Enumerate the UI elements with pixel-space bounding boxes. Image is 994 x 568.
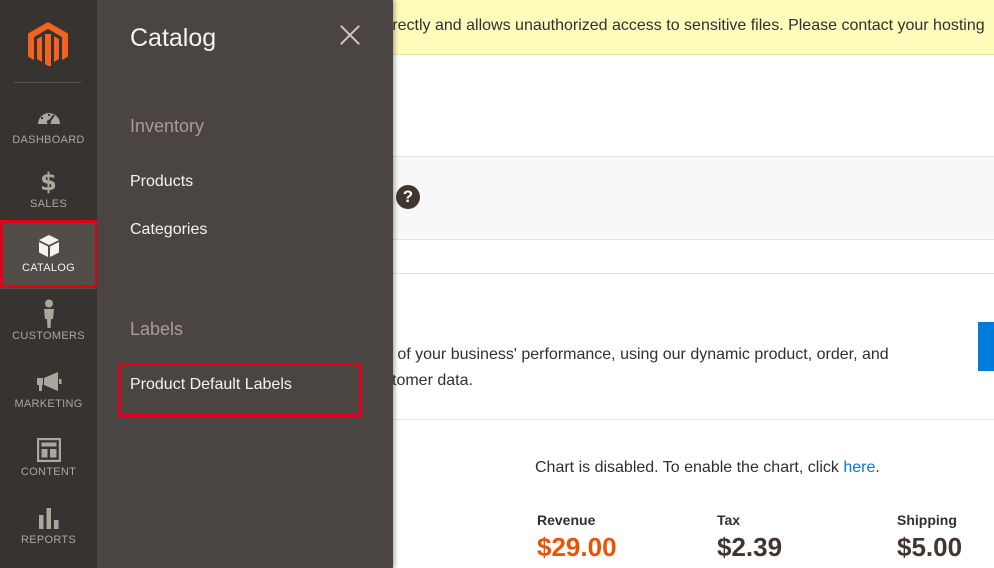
nav-item-content[interactable]: CONTENT	[0, 427, 97, 493]
bar-chart-icon	[0, 505, 97, 531]
divider	[393, 273, 994, 274]
layout-icon	[0, 437, 97, 463]
close-icon[interactable]	[337, 22, 363, 48]
stat-revenue: Revenue $29.00	[537, 512, 617, 563]
catalog-highlight-frame	[0, 220, 98, 288]
stat-value: $2.39	[717, 532, 783, 562]
primary-action-button[interactable]	[978, 322, 994, 371]
nav-item-dashboard[interactable]: DASHBOARD	[0, 95, 97, 161]
stat-shipping: Shipping $5.00	[897, 512, 962, 563]
stat-label: Shipping	[897, 512, 957, 528]
flyout-group-inventory: Inventory	[130, 116, 205, 136]
chart-disabled-message: Chart is disabled. To enable the chart, …	[535, 459, 880, 477]
person-icon	[0, 299, 97, 328]
stat-value: $29.00	[537, 532, 617, 562]
dashboard-intro-text: d of your business' performance, using o…	[384, 342, 944, 394]
nav-item-marketing[interactable]: MARKETING	[0, 359, 97, 425]
dollar-icon: $	[40, 168, 57, 196]
dashboard-icon	[0, 105, 97, 131]
nav-label: CONTENT	[20, 466, 77, 478]
magento-logo-icon[interactable]	[28, 22, 68, 66]
nav-label: REPORTS	[20, 534, 77, 546]
nav-label: MARKETING	[14, 398, 83, 410]
security-notice-text: rrectly and allows unauthorized access t…	[393, 17, 985, 34]
product-default-labels-highlight-frame	[118, 363, 362, 417]
nav-label: DASHBOARD	[12, 134, 85, 146]
chart-msg-suffix: .	[875, 459, 880, 476]
stat-label: Revenue	[537, 512, 596, 528]
megaphone-icon	[0, 369, 97, 395]
stat-tax: Tax $2.39	[717, 512, 782, 563]
enable-chart-link[interactable]: here	[843, 459, 875, 476]
intro-line-1: d of your business' performance, using o…	[384, 346, 889, 363]
flyout-link-categories[interactable]: Categories	[130, 221, 207, 239]
catalog-flyout-menu: Catalog Inventory Products Categories La…	[97, 0, 393, 568]
nav-item-reports[interactable]: REPORTS	[0, 495, 97, 561]
page-actions-band	[393, 156, 994, 240]
security-notice: rrectly and allows unauthorized access t…	[393, 0, 994, 55]
nav-label: CUSTOMERS	[12, 330, 85, 342]
help-icon[interactable]: ?	[396, 185, 420, 209]
flyout-title: Catalog	[130, 24, 217, 52]
nav-label: SALES	[30, 198, 67, 210]
nav-divider	[14, 82, 81, 83]
nav-item-sales[interactable]: $ SALES	[0, 159, 97, 225]
intro-line-2: stomer data.	[384, 372, 473, 389]
stat-label: Tax	[717, 512, 741, 528]
flyout-link-products[interactable]: Products	[130, 173, 193, 191]
chart-msg-prefix: Chart is disabled. To enable the chart, …	[535, 459, 844, 476]
nav-item-customers[interactable]: CUSTOMERS	[0, 291, 97, 357]
stat-value: $5.00	[897, 532, 963, 562]
divider	[393, 419, 994, 420]
flyout-group-labels: Labels	[130, 319, 184, 339]
